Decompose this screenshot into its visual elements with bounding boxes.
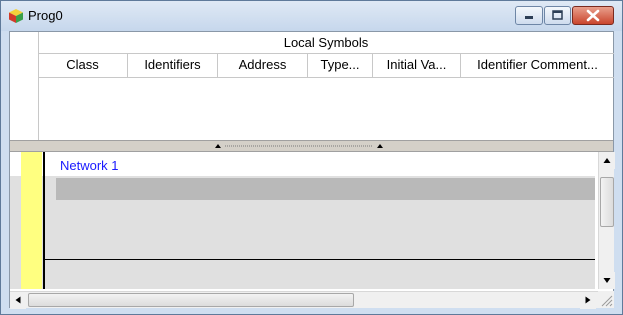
column-identifier-comment[interactable]: Identifier Comment... bbox=[461, 53, 614, 77]
splitter-grip[interactable] bbox=[209, 143, 389, 149]
column-address[interactable]: Address bbox=[218, 53, 308, 77]
window-title: Prog0 bbox=[28, 8, 63, 23]
local-symbols-header: Local Symbols bbox=[38, 32, 614, 54]
close-icon bbox=[586, 9, 600, 22]
program-editor: Local Symbols Class Identifiers Address … bbox=[9, 31, 615, 309]
minimize-icon bbox=[525, 16, 533, 19]
scroll-right-button[interactable] bbox=[580, 292, 596, 309]
minimize-button[interactable] bbox=[515, 6, 543, 25]
column-type[interactable]: Type... bbox=[308, 53, 373, 77]
vertical-scrollbar[interactable] bbox=[598, 152, 615, 289]
arrow-left-icon bbox=[15, 296, 21, 304]
network-label[interactable]: Network 1 bbox=[60, 158, 119, 173]
maximize-icon bbox=[552, 10, 563, 20]
ladder-editor[interactable]: Network 1 bbox=[10, 152, 595, 289]
left-power-rail-bar bbox=[21, 152, 42, 289]
rung-line bbox=[45, 259, 595, 260]
title-bar[interactable]: Prog0 bbox=[1, 1, 622, 31]
column-initial-value[interactable]: Initial Va... bbox=[373, 53, 461, 77]
arrow-right-icon bbox=[585, 296, 591, 304]
network-title-bar[interactable] bbox=[56, 178, 595, 200]
horizontal-scroll-thumb[interactable] bbox=[28, 293, 354, 307]
chevron-up-icon bbox=[215, 144, 221, 148]
prog0-window: Prog0 Local Symbols Class Identifiers Ad… bbox=[0, 0, 623, 315]
pane-splitter[interactable] bbox=[10, 140, 613, 152]
chevron-up-icon bbox=[377, 144, 383, 148]
horizontal-scrollbar[interactable] bbox=[10, 291, 598, 309]
cube-icon bbox=[9, 9, 23, 23]
maximize-button[interactable] bbox=[544, 6, 571, 25]
arrow-up-icon bbox=[603, 158, 611, 163]
size-grip[interactable] bbox=[598, 291, 614, 308]
size-grip-icon bbox=[601, 295, 613, 307]
close-button[interactable] bbox=[572, 6, 614, 25]
scroll-left-button[interactable] bbox=[10, 292, 26, 309]
scroll-up-button[interactable] bbox=[599, 152, 615, 169]
left-power-rail bbox=[43, 152, 45, 289]
arrow-down-icon bbox=[603, 278, 611, 283]
column-class[interactable]: Class bbox=[38, 53, 128, 77]
vertical-scroll-thumb[interactable] bbox=[600, 177, 614, 227]
column-identifiers[interactable]: Identifiers bbox=[128, 53, 218, 77]
symbol-table-header: Class Identifiers Address Type... Initia… bbox=[38, 53, 614, 78]
scroll-down-button[interactable] bbox=[599, 272, 615, 289]
symbol-row-gutter bbox=[10, 32, 39, 140]
